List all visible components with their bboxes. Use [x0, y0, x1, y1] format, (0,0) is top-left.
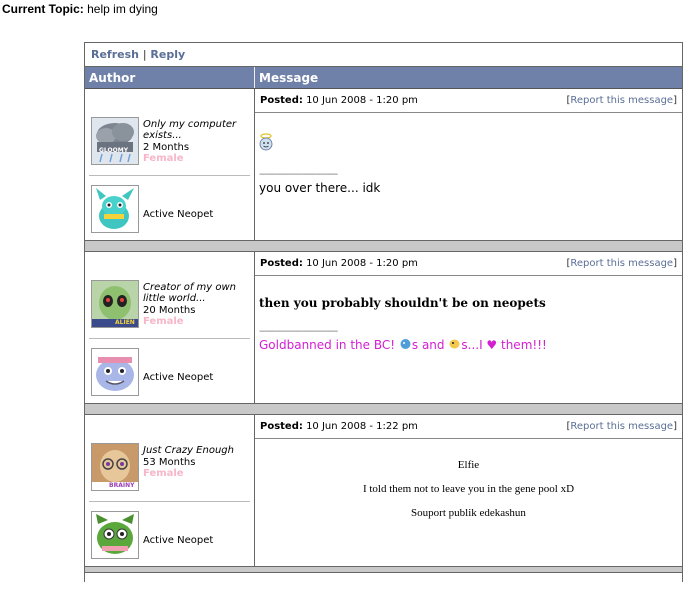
board-toolbar: Refresh | Reply — [85, 43, 682, 67]
posted-label: Posted: — [260, 95, 303, 106]
post-message: Posted: 10 Jun 2008 - 1:20 pm [Report th… — [255, 252, 682, 403]
angel-smiley-icon — [259, 133, 273, 154]
user-title: Creator of my own little world... — [143, 282, 236, 304]
toolbar-separator: | — [142, 48, 147, 61]
reply-link[interactable]: Reply — [150, 48, 185, 61]
current-topic: Current Topic: help im dying — [2, 2, 158, 16]
pet-status: Active Neopet — [143, 372, 214, 383]
posted-bar: Posted: 10 Jun 2008 - 1:22 pm [Report th… — [255, 415, 682, 439]
message-board: Refresh | Reply Author Message GLOOMY On… — [84, 42, 683, 582]
posted-time: 10 Jun 2008 - 1:22 pm — [306, 421, 418, 432]
post-2: ALIEN Creator of my own little world... … — [85, 252, 682, 404]
topic-value: help im dying — [87, 2, 158, 16]
post-message: Posted: 10 Jun 2008 - 1:22 pm [Report th… — [255, 415, 682, 566]
signature-divider: ------------------------------ — [259, 326, 338, 337]
author-divider — [89, 175, 250, 176]
posted-bar: Posted: 10 Jun 2008 - 1:20 pm [Report th… — [255, 89, 682, 113]
post-3: BRAINY Just Crazy Enough 53 Months Femal… — [85, 415, 682, 567]
report-bracket: ] — [673, 258, 677, 269]
table-header: Author Message — [85, 67, 682, 89]
post-message: Posted: 10 Jun 2008 - 1:20 pm [Report th… — [255, 89, 682, 240]
report-message-link[interactable]: Report this message — [570, 95, 673, 106]
neopet-gem-icon — [400, 339, 411, 349]
avatar-caption: ALIEN — [115, 319, 135, 326]
message-line: Souport publik edekashun — [411, 507, 526, 519]
user-title: Just Crazy Enough — [143, 445, 234, 456]
posted-label: Posted: — [260, 258, 303, 269]
signature-part: Goldbanned in the BC! — [259, 338, 396, 352]
avatar-caption: BRAINY — [109, 482, 135, 489]
post-author: GLOOMY Only my computer exists... 2 Mont… — [85, 89, 255, 240]
post-author: BRAINY Just Crazy Enough 53 Months Femal… — [85, 415, 255, 566]
posted-time: 10 Jun 2008 - 1:20 pm — [306, 95, 418, 106]
user-avatar-gloomy-icon[interactable] — [91, 117, 139, 165]
posted-info: Posted: 10 Jun 2008 - 1:20 pm — [260, 252, 418, 275]
report-message-link[interactable]: Report this message — [570, 421, 673, 432]
neopet-avatar-icon[interactable] — [91, 511, 139, 559]
report-bracket: ] — [673, 95, 677, 106]
user-months: 53 Months — [143, 457, 196, 468]
avatar-caption: GLOOMY — [99, 147, 129, 154]
signature-text: you over there... idk — [259, 181, 381, 195]
pet-status: Active Neopet — [143, 535, 214, 546]
post-author: ALIEN Creator of my own little world... … — [85, 252, 255, 403]
posted-info: Posted: 10 Jun 2008 - 1:20 pm — [260, 89, 418, 112]
message-text: then you probably shouldn't be on neopet… — [259, 296, 546, 310]
posted-label: Posted: — [260, 421, 303, 432]
neopet-avatar-icon[interactable] — [91, 348, 139, 396]
author-column-header: Author — [85, 67, 255, 88]
post-1: GLOOMY Only my computer exists... 2 Mont… — [85, 89, 682, 241]
user-gender: Female — [143, 153, 184, 164]
post-spacer — [85, 567, 682, 573]
message-column-header: Message — [259, 71, 319, 85]
posted-bar: Posted: 10 Jun 2008 - 1:20 pm [Report th… — [255, 252, 682, 276]
report-wrapper: [Report this message] — [566, 89, 677, 112]
neopet-avatar-icon[interactable] — [91, 185, 139, 233]
posted-time: 10 Jun 2008 - 1:20 pm — [306, 258, 418, 269]
user-gender: Female — [143, 316, 184, 327]
signature: Goldbanned in the BC! s and s...I ♥ them… — [259, 338, 547, 352]
user-gender: Female — [143, 468, 184, 479]
message-line: Elfie — [457, 459, 480, 471]
pet-status: Active Neopet — [143, 209, 214, 220]
post-spacer — [85, 241, 682, 252]
posted-info: Posted: 10 Jun 2008 - 1:22 pm — [260, 415, 418, 438]
user-months: 20 Months — [143, 305, 196, 316]
signature-divider: ------------------------------ — [259, 169, 338, 180]
topic-label: Current Topic: — [2, 2, 84, 16]
report-wrapper: [Report this message] — [566, 252, 677, 275]
message-line: I told them not to leave you in the gene… — [362, 483, 575, 495]
refresh-link[interactable]: Refresh — [91, 48, 139, 61]
report-wrapper: [Report this message] — [566, 415, 677, 438]
signature-part: s...I ♥ them!!! — [461, 338, 547, 352]
report-message-link[interactable]: Report this message — [570, 258, 673, 269]
user-months: 2 Months — [143, 142, 190, 153]
report-bracket: ] — [673, 421, 677, 432]
signature-part: s and — [411, 338, 445, 352]
user-title: Only my computer exists... — [143, 119, 237, 141]
post-spacer — [85, 404, 682, 415]
neopet-chomby-icon — [449, 339, 460, 349]
author-divider — [89, 501, 250, 502]
author-divider — [89, 338, 250, 339]
